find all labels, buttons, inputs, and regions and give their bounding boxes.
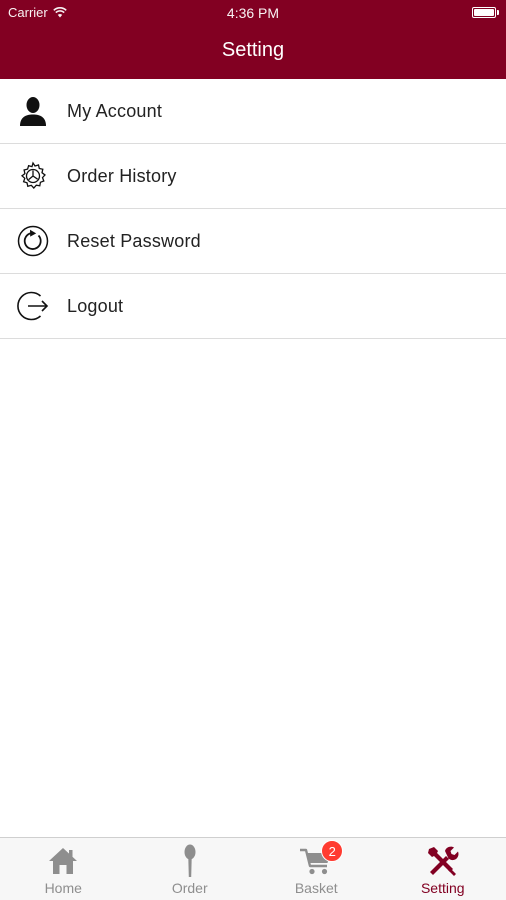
header: Carrier 4:36 PM Setting	[0, 0, 506, 79]
tab-label: Basket	[294, 880, 338, 896]
page-title: Setting	[221, 39, 285, 61]
tab-setting[interactable]: Setting	[380, 838, 506, 900]
cart-icon: 2	[299, 840, 344, 879]
battery-fill	[474, 9, 494, 16]
refresh-icon	[16, 224, 50, 258]
battery-icon	[472, 7, 499, 18]
menu-item-label: My Account	[67, 100, 163, 121]
home-icon	[47, 843, 79, 879]
status-bar: Carrier 4:36 PM	[0, 0, 506, 26]
menu-item-label: Order History	[67, 165, 177, 186]
menu-item-label: Logout	[67, 295, 124, 316]
tab-label: Setting	[420, 880, 465, 896]
menu-item-my-account[interactable]: My Account	[0, 79, 506, 144]
menu-item-label: Reset Password	[67, 230, 201, 251]
tab-label: Home	[44, 880, 82, 896]
battery-tip	[497, 10, 499, 15]
gear-icon	[16, 159, 50, 193]
tab-label: Order	[171, 880, 208, 896]
spoon-icon	[182, 843, 198, 879]
menu-item-order-history[interactable]: Order History	[0, 144, 506, 209]
menu-item-reset-password[interactable]: Reset Password	[0, 209, 506, 274]
menu-item-logout[interactable]: Logout	[0, 274, 506, 339]
status-time: 4:36 PM	[226, 5, 280, 21]
user-icon	[16, 94, 50, 128]
tools-icon	[426, 843, 460, 879]
tab-home[interactable]: Home	[0, 838, 127, 900]
settings-menu: My Account Order History Reset Password	[0, 79, 506, 339]
tab-bar: Home Order 2 Basket Setting	[0, 837, 506, 900]
tab-order[interactable]: Order	[127, 838, 254, 900]
tab-basket[interactable]: 2 Basket	[253, 838, 380, 900]
logout-icon	[16, 289, 50, 323]
basket-badge: 2	[321, 840, 344, 862]
